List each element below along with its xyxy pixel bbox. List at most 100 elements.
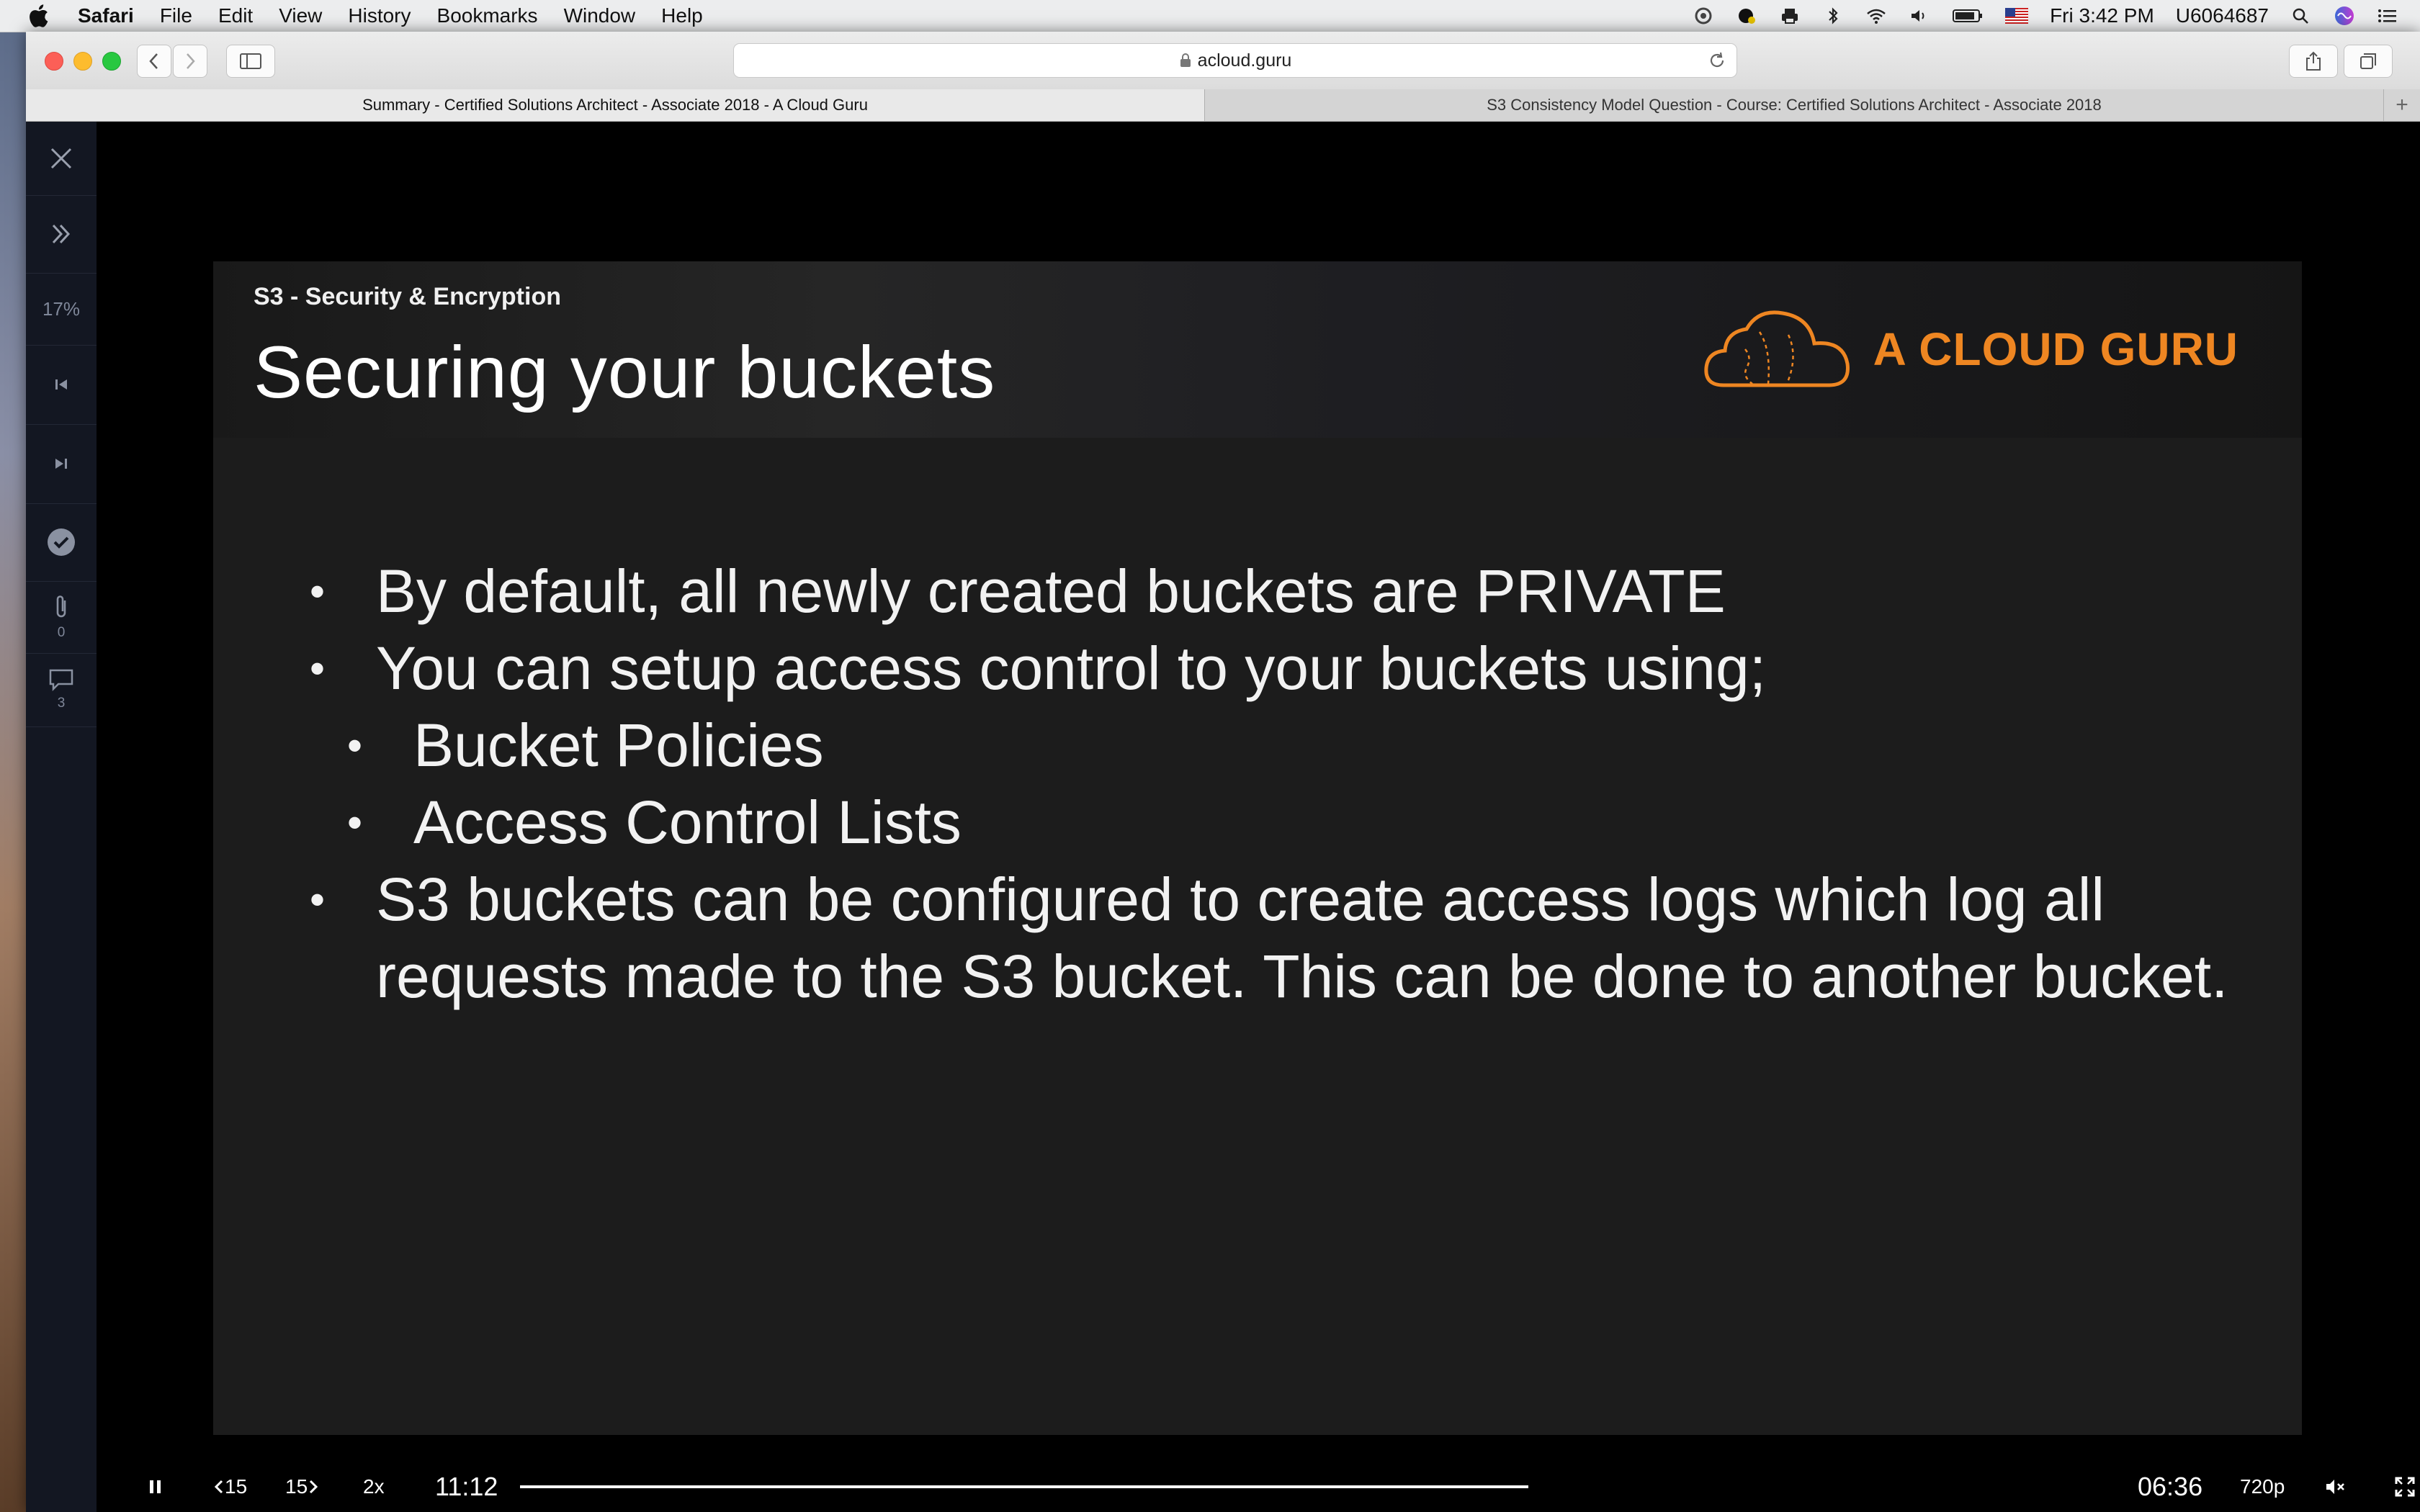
menu-history[interactable]: History	[348, 4, 411, 27]
lesson-side-nav: 17% 0 3	[26, 122, 97, 1512]
input-flag-icon[interactable]	[2005, 8, 2029, 24]
comments-count: 3	[57, 696, 66, 711]
cloud-logo-icon	[1704, 310, 1850, 387]
wifi-icon[interactable]	[1865, 7, 1887, 24]
tab-bar: Summary - Certified Solutions Architect …	[26, 89, 2420, 122]
complete-check-icon	[48, 528, 75, 556]
bullet-text: S3 buckets can be configured to create a…	[376, 865, 2228, 1010]
bullet-text: Access Control Lists	[413, 788, 962, 856]
url-text: acloud.guru	[1197, 50, 1292, 71]
menu-view[interactable]: View	[279, 4, 322, 27]
notification-center-icon[interactable]	[2377, 7, 2398, 24]
close-player-button[interactable]	[26, 122, 97, 196]
mark-complete-button[interactable]	[26, 503, 97, 582]
window-zoom-button[interactable]	[102, 52, 121, 71]
slide-title: Securing your buckets	[254, 331, 996, 413]
menu-edit[interactable]: Edit	[218, 4, 253, 27]
next-lesson-button[interactable]	[26, 424, 97, 504]
bullet-text: Bucket Policies	[413, 711, 824, 779]
menu-app-safari[interactable]: Safari	[78, 4, 134, 27]
close-icon	[50, 148, 72, 169]
previous-icon	[55, 379, 67, 390]
bullet-item: • S3 buckets can be configured to create…	[310, 861, 2254, 1015]
sidebar-icon	[240, 53, 261, 69]
video-frame[interactable]: S3 - Security & Encryption Securing your…	[213, 261, 2302, 1435]
elapsed-time: 11:12	[435, 1471, 498, 1501]
forward-seconds: 15	[285, 1475, 308, 1498]
window-minimize-button[interactable]	[73, 52, 92, 71]
menu-file[interactable]: File	[160, 4, 192, 27]
expand-curriculum-button[interactable]	[26, 195, 97, 274]
brand-name: A CLOUD GURU	[1873, 323, 2238, 375]
expand-icon	[52, 224, 71, 244]
chevron-left-icon	[149, 53, 158, 69]
rewind-15-button[interactable]: 15	[213, 1461, 247, 1512]
share-icon	[2306, 51, 2321, 71]
menu-window[interactable]: Window	[564, 4, 636, 27]
menu-help[interactable]: Help	[661, 4, 703, 27]
bullet-text: By default, all newly created buckets ar…	[376, 557, 1726, 625]
bullet-dot: •	[310, 567, 326, 616]
new-tab-button[interactable]: +	[2384, 89, 2420, 121]
battery-icon[interactable]	[1952, 7, 1984, 24]
course-progress: 17%	[26, 273, 97, 346]
player-controls: 15 15 2x 11:12 06:36 720p	[97, 1461, 2420, 1512]
next-icon	[55, 459, 67, 469]
fullscreen-button[interactable]	[2394, 1461, 2416, 1512]
menubar-user[interactable]: U6064687	[2176, 4, 2269, 27]
previous-lesson-button[interactable]	[26, 345, 97, 425]
player-page: 17% 0 3 S3 - Security & Encryption Secur…	[26, 122, 2420, 1512]
forward-button[interactable]	[173, 45, 207, 78]
tabs-overview-icon	[2360, 53, 2376, 69]
attachment-icon	[56, 595, 66, 618]
apple-icon[interactable]	[26, 4, 50, 28]
fullscreen-icon	[2395, 1477, 2415, 1496]
progress-fill	[520, 1485, 1528, 1488]
menubar-clock[interactable]: Fri 3:42 PM	[2050, 4, 2154, 27]
back-button[interactable]	[137, 45, 171, 78]
pause-button[interactable]	[147, 1461, 164, 1512]
share-button[interactable]	[2289, 45, 2338, 78]
forward-15-button[interactable]: 15	[285, 1461, 319, 1512]
bullet-dot: •	[347, 721, 363, 770]
slide-section-label: S3 - Security & Encryption	[254, 283, 561, 310]
pause-icon	[150, 1480, 161, 1493]
sub-bullet-item: • Access Control Lists	[310, 784, 2254, 861]
menu-bookmarks[interactable]: Bookmarks	[437, 4, 538, 27]
bluetooth-icon[interactable]	[1822, 7, 1844, 24]
tab-summary[interactable]: Summary - Certified Solutions Architect …	[26, 89, 1205, 121]
quality-button[interactable]: 720p	[2240, 1461, 2285, 1512]
comments-button[interactable]: 3	[26, 653, 97, 727]
sidebar-toggle-button[interactable]	[226, 45, 275, 78]
address-bar[interactable]: acloud.guru	[733, 43, 1737, 78]
brand-logo: A CLOUD GURU	[1702, 306, 2238, 392]
volume-icon[interactable]	[1909, 7, 1930, 24]
comment-icon	[49, 669, 73, 691]
slide-header: S3 - Security & Encryption Securing your…	[213, 261, 2302, 438]
mute-button[interactable]	[2325, 1461, 2347, 1512]
remaining-time: 06:36	[2138, 1471, 2203, 1501]
attachments-count: 0	[57, 625, 66, 640]
tabs-overview-button[interactable]	[2344, 45, 2393, 78]
creative-cloud-icon[interactable]	[1693, 7, 1714, 24]
rewind-chevron-icon	[214, 1480, 223, 1493]
slide-bullets: • By default, all newly created buckets …	[310, 553, 2254, 1015]
printer-icon[interactable]	[1779, 7, 1801, 24]
tab-s3-consistency[interactable]: S3 Consistency Model Question - Course: …	[1205, 89, 2384, 121]
window-close-button[interactable]	[45, 52, 63, 71]
lock-icon	[1180, 53, 1191, 67]
siri-icon[interactable]	[2334, 5, 2355, 27]
bullet-text: You can setup access control to your buc…	[376, 634, 1767, 702]
spotlight-search-icon[interactable]	[2290, 7, 2312, 24]
progress-bar[interactable]	[520, 1485, 1528, 1488]
chevron-right-icon	[187, 53, 195, 69]
bullet-dot: •	[347, 798, 363, 847]
playback-speed-button[interactable]: 2x	[363, 1461, 385, 1512]
reload-icon[interactable]	[1708, 51, 1726, 70]
bullet-item: • You can setup access control to your b…	[310, 630, 2254, 707]
browser-toolbar: acloud.guru	[26, 32, 2420, 90]
bullet-dot: •	[310, 644, 326, 693]
menu-bar: Safari File Edit View History Bookmarks …	[0, 0, 2420, 32]
drive-sync-icon[interactable]	[1736, 7, 1757, 24]
attachments-button[interactable]: 0	[26, 581, 97, 654]
